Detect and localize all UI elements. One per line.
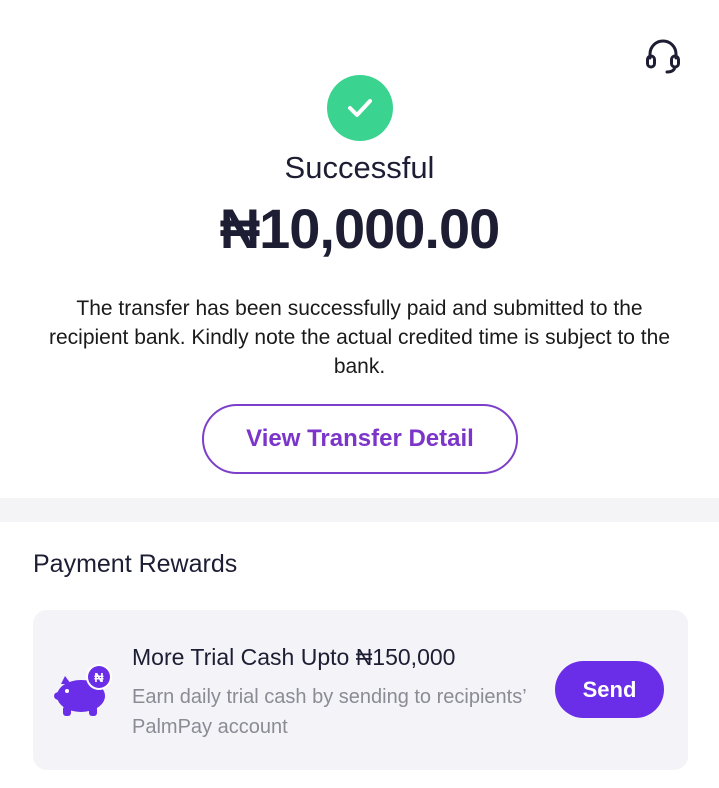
reward-card: ₦ More Trial Cash Upto ₦150,000 Earn dai… (33, 610, 688, 770)
transfer-amount: ₦10,000.00 (219, 197, 501, 260)
piggy-bank-icon: ₦ (53, 662, 115, 718)
send-button[interactable]: Send (555, 661, 664, 718)
payment-rewards-title: Payment Rewards (33, 550, 238, 578)
check-circle-icon (327, 75, 393, 141)
reward-description: Earn daily trial cash by sending to reci… (132, 686, 526, 738)
status-message: The transfer has been successfully paid … (48, 297, 671, 378)
reward-title: More Trial Cash Upto ₦150,000 (132, 644, 456, 670)
headset-icon (646, 39, 680, 74)
section-divider (0, 498, 719, 522)
coin-symbol: ₦ (94, 670, 104, 685)
result-section: Successful ₦10,000.00 The transfer has b… (0, 0, 719, 498)
status-title: Successful (284, 150, 435, 185)
customer-support-button[interactable] (643, 36, 683, 76)
view-transfer-detail-button[interactable]: View Transfer Detail (202, 404, 518, 474)
